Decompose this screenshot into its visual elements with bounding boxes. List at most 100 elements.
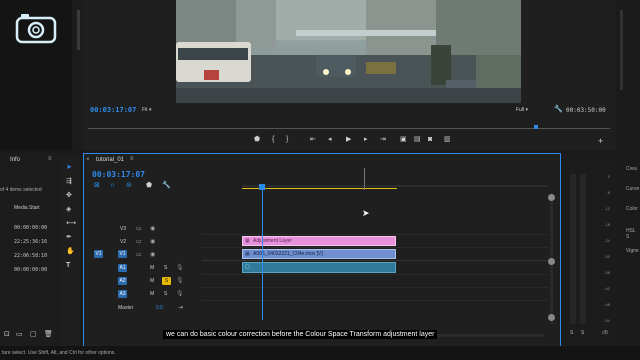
solo-right-button[interactable]: S: [581, 330, 584, 336]
mute-button-a1[interactable]: M: [150, 265, 154, 271]
track-target-a2[interactable]: A2: [118, 277, 127, 285]
new-item-icon[interactable]: ▢: [30, 331, 37, 339]
resolution-select[interactable]: Full ▾: [516, 107, 528, 113]
work-area-bar[interactable]: [242, 188, 397, 189]
master-track-label: Master: [118, 305, 134, 311]
solo-button-a1[interactable]: S: [164, 265, 167, 271]
clip-adjustment-layer[interactable]: ▦ Adjustment Layer: [242, 236, 396, 246]
panel-menu-icon[interactable]: ≡: [48, 156, 52, 162]
clip-video[interactable]: ▦ A005_04032221_C04e.mov [V]: [242, 249, 396, 259]
ripple-edit-tool-icon[interactable]: ✥: [66, 192, 72, 200]
comparison-view-icon[interactable]: ▥: [444, 136, 451, 144]
go-to-in-icon[interactable]: ⇤: [310, 136, 316, 144]
trash-icon[interactable]: 🗑: [44, 331, 53, 339]
new-bin-icon[interactable]: ▭: [16, 331, 23, 339]
meter-scale-54: -54: [604, 318, 610, 323]
solo-button-a2[interactable]: S: [162, 277, 171, 285]
clip-audio[interactable]: ▢: [242, 262, 396, 273]
track-select-tool-icon[interactable]: ⇶: [66, 178, 72, 186]
microphone-icon[interactable]: 🎙: [176, 290, 184, 297]
toggle-sync-lock-icon[interactable]: ▭: [136, 238, 142, 245]
selection-tool-icon[interactable]: ➤: [66, 164, 72, 172]
play-icon[interactable]: ▶: [346, 136, 351, 144]
step-back-icon[interactable]: ◂: [328, 136, 332, 144]
scroll-handle-mid[interactable]: [548, 258, 555, 265]
panel-scrollbar[interactable]: [77, 10, 80, 50]
close-tab-icon[interactable]: ×: [86, 157, 90, 163]
slip-tool-icon[interactable]: ⟷: [66, 220, 76, 228]
add-marker-icon[interactable]: ⬟: [146, 182, 152, 190]
program-timecode[interactable]: 00:03:17:07: [90, 106, 136, 114]
track-target-a3[interactable]: A3: [118, 290, 127, 298]
track-headers: V3 ▭ ◉ V2 ▭ ◉ V1 V1 ▭ ◉ A1 M S 🎙 A2 M S …: [84, 222, 194, 320]
mark-out-icon[interactable]: }: [286, 136, 288, 144]
track-lanes: ▦ Adjustment Layer ▦ A005_04032221_C04e.…: [202, 184, 548, 320]
media-start-value-1: 00:00:00:00: [14, 225, 48, 231]
camera-icon: [15, 14, 57, 44]
media-start-value-3: 22:06:58:10: [14, 253, 48, 259]
go-to-out-icon[interactable]: ⇥: [178, 304, 183, 311]
meter-scale-36: -36: [604, 270, 610, 275]
program-scrubber[interactable]: [88, 125, 610, 131]
tab-sequence[interactable]: tutorial_01: [96, 157, 124, 163]
panel-menu-icon[interactable]: ≡: [130, 156, 134, 162]
mute-button-a2[interactable]: M: [150, 278, 154, 284]
source-patch-v1[interactable]: V1: [94, 250, 103, 258]
mute-button-a3[interactable]: M: [150, 291, 154, 297]
toggle-sync-lock-icon[interactable]: ▭: [136, 251, 142, 258]
tab-info[interactable]: Info: [10, 157, 20, 163]
toggle-output-eye-icon[interactable]: ◉: [150, 251, 155, 258]
toggle-output-eye-icon[interactable]: ◉: [150, 225, 155, 232]
timeline-vertical-scrollbar[interactable]: [548, 194, 555, 324]
timeline-playhead-line[interactable]: [262, 184, 263, 320]
nest-icon[interactable]: ⊠: [94, 182, 100, 190]
program-playhead[interactable]: [534, 125, 538, 129]
timeline-playhead-head[interactable]: [259, 184, 265, 190]
clip-label: A005_04032221_C04e.mov [V]: [253, 251, 323, 257]
media-start-header[interactable]: Media Start: [14, 205, 40, 211]
toggle-sync-lock-icon[interactable]: ▭: [136, 225, 142, 232]
audio-meter-panel: 0 -6 -12 -18 -24 -30 -36 -42 -48 -54 S S…: [562, 154, 616, 346]
camera-logo: [15, 12, 57, 44]
transport-controls: ⬟ { } ⇤ ◂ ▶ ▸ ⇥ ▣ ▤ ◙ ▥: [254, 136, 454, 146]
fx-badge-icon: ▦: [245, 238, 250, 244]
master-volume-value[interactable]: 0.0: [156, 305, 163, 311]
solo-left-button[interactable]: S: [570, 330, 573, 336]
track-target-a1[interactable]: A1: [118, 264, 127, 272]
add-marker-icon[interactable]: ⬟: [254, 136, 260, 144]
wrench-icon[interactable]: 🔧: [554, 105, 563, 113]
lumetri-scrollbar[interactable]: [620, 10, 623, 90]
subtitle-text: we can do basic colour correction before…: [166, 331, 435, 338]
toggle-output-eye-icon[interactable]: ◉: [150, 238, 155, 245]
status-bar: ture select. Use Shift, Alt, and Ctrl fo…: [0, 346, 640, 360]
type-tool-icon[interactable]: T: [66, 262, 70, 270]
lift-icon[interactable]: ▣: [400, 136, 407, 144]
step-forward-icon[interactable]: ▸: [364, 136, 368, 144]
button-editor-icon[interactable]: +: [598, 137, 603, 146]
scroll-handle-bottom[interactable]: [548, 314, 555, 321]
time-ruler[interactable]: [242, 182, 548, 192]
scroll-handle-top[interactable]: [548, 194, 555, 201]
solo-button-a3[interactable]: S: [164, 291, 167, 297]
lock-icon[interactable]: ⊡: [4, 331, 10, 339]
extract-icon[interactable]: ▤: [414, 136, 421, 144]
lumetri-panel: Crea Curve Color HSL S Vigne: [616, 0, 640, 360]
timeline-settings-icon[interactable]: 🔧: [162, 182, 171, 190]
microphone-icon[interactable]: 🎙: [176, 264, 184, 271]
tools-panel: ➤ ⇶ ✥ ◈ ⟷ ✒ ✋ T: [60, 156, 80, 346]
program-monitor: 00:03:17:07 Fit ▾ Full ▾ 🔧 00:03:50:00 ⬟…: [84, 0, 616, 150]
linked-selection-icon[interactable]: ⊘: [126, 182, 132, 190]
microphone-icon[interactable]: 🎙: [176, 277, 184, 284]
hand-tool-icon[interactable]: ✋: [66, 248, 75, 256]
track-target-v1[interactable]: V1: [118, 250, 127, 258]
program-video-frame[interactable]: [176, 0, 521, 103]
go-to-out-icon[interactable]: ⇥: [380, 136, 386, 144]
pen-tool-icon[interactable]: ✒: [66, 234, 72, 242]
razor-tool-icon[interactable]: ◈: [66, 206, 71, 214]
timeline-timecode[interactable]: 00:03:17:07: [92, 170, 145, 179]
export-frame-icon[interactable]: ◙: [428, 136, 432, 144]
snap-icon[interactable]: ∩: [110, 182, 115, 190]
lumetri-label-3: Color: [626, 206, 638, 212]
mark-in-icon[interactable]: {: [272, 136, 274, 144]
zoom-level-select[interactable]: Fit ▾: [142, 107, 151, 113]
